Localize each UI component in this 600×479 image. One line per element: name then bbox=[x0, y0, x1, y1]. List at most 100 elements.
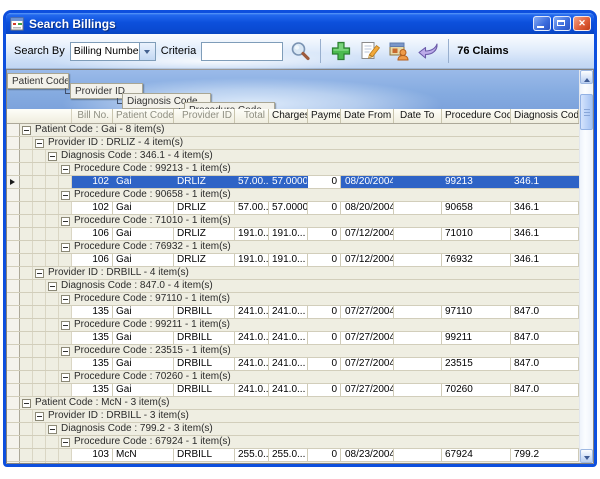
collapse-icon[interactable] bbox=[48, 282, 57, 291]
collapse-icon[interactable] bbox=[61, 243, 70, 252]
column-header-payment[interactable]: Payme... bbox=[308, 109, 341, 123]
group-row[interactable]: Patient Code : Gai - 8 item(s) bbox=[7, 124, 579, 137]
collapse-icon[interactable] bbox=[61, 191, 70, 200]
tree-indent bbox=[20, 384, 33, 396]
group-row[interactable]: Diagnosis Code : 799.2 - 3 item(s) bbox=[7, 423, 579, 436]
group-by-box-procedure-code[interactable]: Procedure Code bbox=[184, 102, 275, 109]
search-by-dropdown[interactable]: Billing Number bbox=[70, 42, 156, 61]
cell-diag: 346.1 bbox=[511, 254, 579, 266]
group-row[interactable]: Provider ID : DRBILL - 4 item(s) bbox=[7, 267, 579, 280]
cell-diag: 346.1 bbox=[511, 202, 579, 214]
tree-indent bbox=[20, 137, 33, 149]
cell-provider: DRLIZ bbox=[174, 176, 235, 188]
cell-dateTo bbox=[394, 228, 442, 240]
row-indicator-cell bbox=[7, 319, 20, 331]
criteria-input[interactable] bbox=[201, 42, 283, 61]
minimize-button[interactable] bbox=[533, 16, 551, 31]
cell-bill: 106 bbox=[72, 254, 113, 266]
cell-provider: DRBILL bbox=[174, 449, 235, 461]
column-header-total[interactable]: Total bbox=[235, 109, 269, 123]
table-row[interactable]: 102GaiDRLIZ57.00...57.0000008/20/2004992… bbox=[7, 176, 579, 189]
column-header-patient[interactable]: Patient Code bbox=[113, 109, 174, 123]
column-header-dateTo[interactable]: Date To bbox=[394, 109, 442, 123]
group-by-box-patient-code[interactable]: Patient Code bbox=[7, 73, 69, 89]
tree-indent bbox=[20, 202, 33, 214]
collapse-icon[interactable] bbox=[22, 399, 31, 408]
column-header-dateFrom[interactable]: Date From bbox=[341, 109, 394, 123]
search-billings-window: Search Billings Search By Billing Number… bbox=[3, 10, 597, 467]
table-row[interactable]: 103McNDRBILL255.0...255.0...008/23/20046… bbox=[7, 449, 579, 462]
collapse-icon[interactable] bbox=[48, 425, 57, 434]
table-row[interactable]: 135GaiDRBILL241.0...241.0...007/27/20049… bbox=[7, 332, 579, 345]
search-button[interactable] bbox=[288, 38, 312, 64]
collapse-icon[interactable] bbox=[61, 295, 70, 304]
group-row[interactable]: Procedure Code : 97110 - 1 item(s) bbox=[7, 293, 579, 306]
group-row[interactable]: Procedure Code : 90658 - 1 item(s) bbox=[7, 189, 579, 202]
cell-total: 241.0... bbox=[235, 358, 269, 370]
group-by-panel[interactable]: Patient CodeProvider IDDiagnosis CodePro… bbox=[7, 70, 579, 109]
row-indicator-cell bbox=[7, 280, 20, 292]
add-button[interactable] bbox=[329, 38, 353, 64]
tree-indent bbox=[46, 306, 59, 318]
tree-indent bbox=[33, 449, 46, 461]
collapse-icon[interactable] bbox=[35, 139, 44, 148]
table-row[interactable]: 135GaiDRBILL241.0...241.0...007/27/20049… bbox=[7, 306, 579, 319]
column-header-charges[interactable]: Charges bbox=[269, 109, 308, 123]
collapse-icon[interactable] bbox=[61, 217, 70, 226]
table-row[interactable]: 135GaiDRBILL241.0...241.0...007/27/20042… bbox=[7, 358, 579, 371]
cell-payment: 0 bbox=[308, 358, 341, 370]
column-header-provider[interactable]: Provider ID bbox=[174, 109, 235, 123]
group-row[interactable]: Patient Code : McN - 3 item(s) bbox=[7, 397, 579, 410]
group-row-body bbox=[59, 462, 579, 463]
tree-indent bbox=[59, 332, 72, 344]
collapse-icon[interactable] bbox=[61, 347, 70, 356]
scroll-down-icon[interactable] bbox=[580, 449, 593, 463]
group-row[interactable]: Diagnosis Code : 847.0 - 4 item(s) bbox=[7, 280, 579, 293]
group-row[interactable]: Provider ID : DRLIZ - 4 item(s) bbox=[7, 137, 579, 150]
row-indicator-cell bbox=[7, 228, 20, 240]
scroll-up-icon[interactable] bbox=[580, 70, 593, 84]
row-indicator-cell bbox=[7, 371, 20, 383]
undo-arrow-button[interactable] bbox=[416, 38, 440, 64]
payment-editor[interactable]: 0 bbox=[308, 176, 341, 188]
table-row[interactable]: 135GaiDRBILL241.0...241.0...007/27/20047… bbox=[7, 384, 579, 397]
group-row[interactable]: Procedure Code : 67924 - 1 item(s) bbox=[7, 436, 579, 449]
collapse-icon[interactable] bbox=[48, 152, 57, 161]
group-row[interactable]: Procedure Code : 71010 - 1 item(s) bbox=[7, 215, 579, 228]
collapse-icon[interactable] bbox=[35, 412, 44, 421]
edit-button[interactable] bbox=[358, 38, 382, 64]
group-row[interactable]: Procedure Code : 99211 - 1 item(s) bbox=[7, 319, 579, 332]
group-row[interactable]: Provider ID : DRBILL - 3 item(s) bbox=[7, 410, 579, 423]
reports-button[interactable] bbox=[387, 38, 411, 64]
group-row[interactable]: Procedure Code : 76932 - 1 item(s) bbox=[7, 241, 579, 254]
collapse-icon[interactable] bbox=[61, 373, 70, 382]
scrollbar-thumb[interactable] bbox=[580, 94, 593, 130]
group-row[interactable]: Procedure Code : 99213 - 1 item(s) bbox=[7, 163, 579, 176]
collapse-icon[interactable] bbox=[61, 165, 70, 174]
tree-indent bbox=[59, 228, 72, 240]
collapse-icon[interactable] bbox=[61, 438, 70, 447]
toolbar-separator bbox=[448, 39, 449, 63]
group-row-body: Diagnosis Code : 799.2 - 3 item(s) bbox=[46, 423, 579, 435]
close-button[interactable] bbox=[573, 16, 591, 31]
chevron-down-icon[interactable] bbox=[139, 43, 155, 60]
collapse-icon[interactable] bbox=[35, 269, 44, 278]
table-row[interactable]: 102GaiDRLIZ57.00...57.0000008/20/2004906… bbox=[7, 202, 579, 215]
group-row-body: Procedure Code : 97110 - 1 item(s) bbox=[59, 293, 579, 305]
column-header-bill[interactable]: Bill No. bbox=[72, 109, 113, 123]
group-row[interactable]: Procedure Code : 70260 - 1 item(s) bbox=[7, 371, 579, 384]
group-row[interactable]: Procedure Code : 23515 - 1 item(s) bbox=[7, 345, 579, 358]
column-header-diag[interactable]: Diagnosis Code bbox=[511, 109, 579, 123]
collapse-icon[interactable] bbox=[61, 321, 70, 330]
maximize-button[interactable] bbox=[553, 16, 571, 31]
vertical-scrollbar[interactable] bbox=[579, 70, 593, 463]
table-row[interactable]: 106GaiDRLIZ191.0...191.0...007/12/200476… bbox=[7, 254, 579, 267]
tree-indent bbox=[20, 254, 33, 266]
table-row[interactable]: 106GaiDRLIZ191.0...191.0...007/12/200471… bbox=[7, 228, 579, 241]
group-row[interactable] bbox=[7, 462, 579, 463]
column-header-proc[interactable]: Procedure Code bbox=[442, 109, 511, 123]
collapse-icon[interactable] bbox=[22, 126, 31, 135]
cell-dateTo bbox=[394, 332, 442, 344]
group-row[interactable]: Diagnosis Code : 346.1 - 4 item(s) bbox=[7, 150, 579, 163]
tree-indent bbox=[59, 254, 72, 266]
